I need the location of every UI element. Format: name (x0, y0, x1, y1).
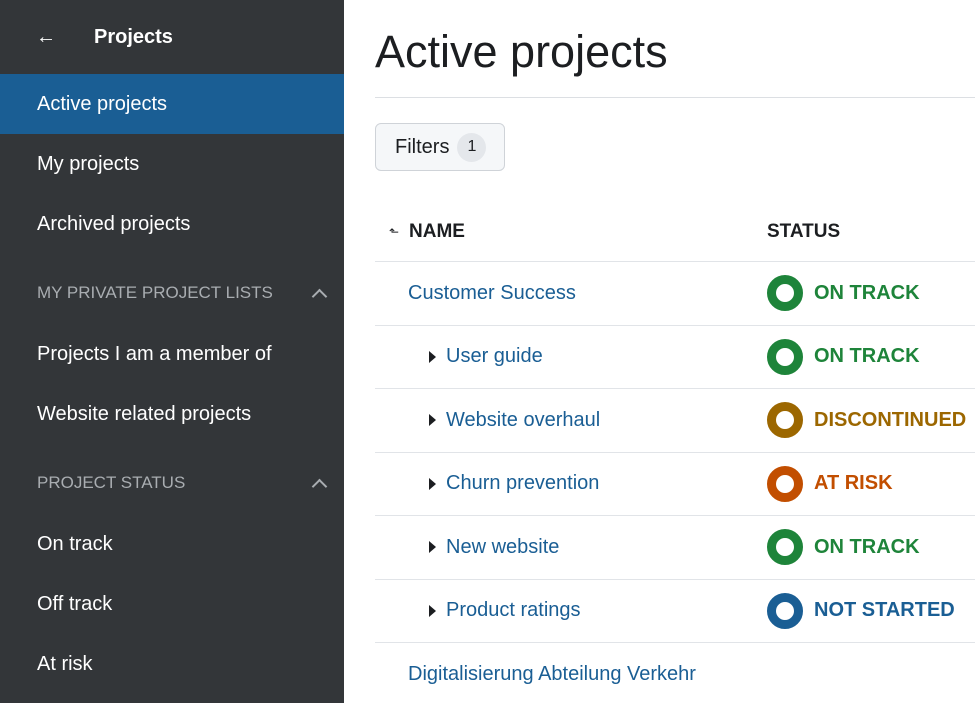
hierarchy-icon[interactable]: ⬑ (389, 225, 399, 239)
sidebar-item-active-projects[interactable]: Active projects (0, 74, 344, 134)
status-circle-icon (767, 338, 803, 375)
project-link[interactable]: User guide (446, 345, 543, 368)
column-header-status[interactable]: STATUS (767, 221, 975, 243)
table-row: Churn prevention AT RISK (375, 453, 975, 516)
expand-caret-icon[interactable] (429, 604, 436, 617)
project-name-cell: Product ratings (375, 599, 767, 622)
status-label[interactable]: DISCONTINUED (814, 409, 966, 432)
status-label[interactable]: AT RISK (814, 472, 893, 495)
sidebar-item-member-of[interactable]: Projects I am a member of (0, 324, 344, 384)
sidebar-item-label: Active projects (37, 92, 168, 115)
expand-caret-icon[interactable] (429, 541, 436, 554)
sidebar-item-archived-projects[interactable]: Archived projects (0, 194, 344, 254)
expand-caret-icon[interactable] (429, 414, 436, 427)
status-circle-icon (767, 529, 803, 566)
status-label[interactable]: ON TRACK (814, 282, 920, 305)
project-name-cell: User guide (375, 345, 767, 368)
sidebar-item-label: On track (37, 532, 113, 555)
project-name-cell: Churn prevention (375, 472, 767, 495)
sidebar-item-label: Off track (37, 592, 113, 615)
project-link[interactable]: Digitalisierung Abteilung Verkehr (408, 663, 696, 686)
project-name-cell: New website (375, 536, 767, 559)
status-circle-icon (767, 275, 803, 312)
column-header-name[interactable]: ⬑ NAME (375, 221, 767, 243)
status-cell: AT RISK (767, 465, 893, 502)
filters-label: Filters (395, 135, 450, 158)
arrow-left-icon[interactable]: ← (36, 27, 94, 47)
project-name-cell: Website overhaul (375, 409, 767, 432)
projects-table: ⬑ NAME STATUS Customer Success ON TRACK Us… (375, 202, 975, 703)
sidebar-item-label: My projects (37, 152, 140, 175)
table-row: New website ON TRACK (375, 516, 975, 580)
status-circle-icon (767, 465, 803, 502)
table-row: Product ratings NOT STARTED (375, 580, 975, 643)
expand-caret-icon[interactable] (429, 477, 436, 490)
sidebar-title: Projects (94, 25, 173, 48)
sidebar-item-label: Archived projects (37, 212, 191, 235)
table-row: Website overhaul DISCONTINUED (375, 389, 975, 453)
sidebar: ← Projects Active projects My projects A… (0, 0, 344, 703)
status-cell: DISCONTINUED (767, 402, 966, 439)
sidebar-item-on-track[interactable]: On track (0, 514, 344, 574)
status-cell: ON TRACK (767, 338, 920, 375)
section-private-lists[interactable]: MY PRIVATE PROJECT LISTS (0, 254, 344, 324)
sidebar-item-label: Website related projects (37, 402, 252, 425)
table-header: ⬑ NAME STATUS (375, 202, 975, 262)
page-title: Active projects (375, 0, 975, 98)
status-circle-icon (767, 592, 803, 629)
project-link[interactable]: Product ratings (446, 599, 581, 622)
status-label[interactable]: ON TRACK (814, 536, 920, 559)
status-label[interactable]: ON TRACK (814, 345, 920, 368)
table-row: User guide ON TRACK (375, 326, 975, 389)
chevron-up-icon[interactable] (312, 286, 326, 300)
main-content: Active projects Filters 1 ⬑ NAME STATUS … (344, 0, 975, 703)
expand-caret-icon[interactable] (429, 350, 436, 363)
status-label[interactable]: NOT STARTED (814, 599, 955, 622)
status-circle-icon (767, 402, 803, 439)
chevron-up-icon[interactable] (312, 476, 326, 490)
table-row: Customer Success ON TRACK (375, 262, 975, 326)
project-name-cell: Customer Success (375, 282, 767, 305)
project-link[interactable]: Churn prevention (446, 472, 599, 495)
status-cell: ON TRACK (767, 529, 920, 566)
sidebar-item-label: Projects I am a member of (37, 342, 272, 365)
status-cell: ON TRACK (767, 275, 920, 312)
table-row: Digitalisierung Abteilung Verkehr (375, 643, 975, 703)
sidebar-item-at-risk[interactable]: At risk (0, 634, 344, 694)
filters-button[interactable]: Filters 1 (375, 123, 506, 171)
sidebar-item-my-projects[interactable]: My projects (0, 134, 344, 194)
project-link[interactable]: Website overhaul (446, 409, 600, 432)
status-cell: NOT STARTED (767, 592, 955, 629)
project-name-cell: Digitalisierung Abteilung Verkehr (375, 663, 767, 686)
sidebar-item-off-track[interactable]: Off track (0, 574, 344, 634)
sidebar-item-label: At risk (37, 652, 93, 675)
column-label: NAME (409, 220, 465, 242)
section-title: MY PRIVATE PROJECT LISTS (37, 283, 273, 302)
sidebar-header: ← Projects (0, 0, 344, 74)
sidebar-item-website-related[interactable]: Website related projects (0, 384, 344, 444)
section-title: PROJECT STATUS (37, 473, 186, 492)
project-link[interactable]: Customer Success (408, 282, 576, 305)
filters-count-badge: 1 (457, 132, 487, 162)
section-project-status[interactable]: PROJECT STATUS (0, 444, 344, 514)
project-link[interactable]: New website (446, 536, 559, 559)
